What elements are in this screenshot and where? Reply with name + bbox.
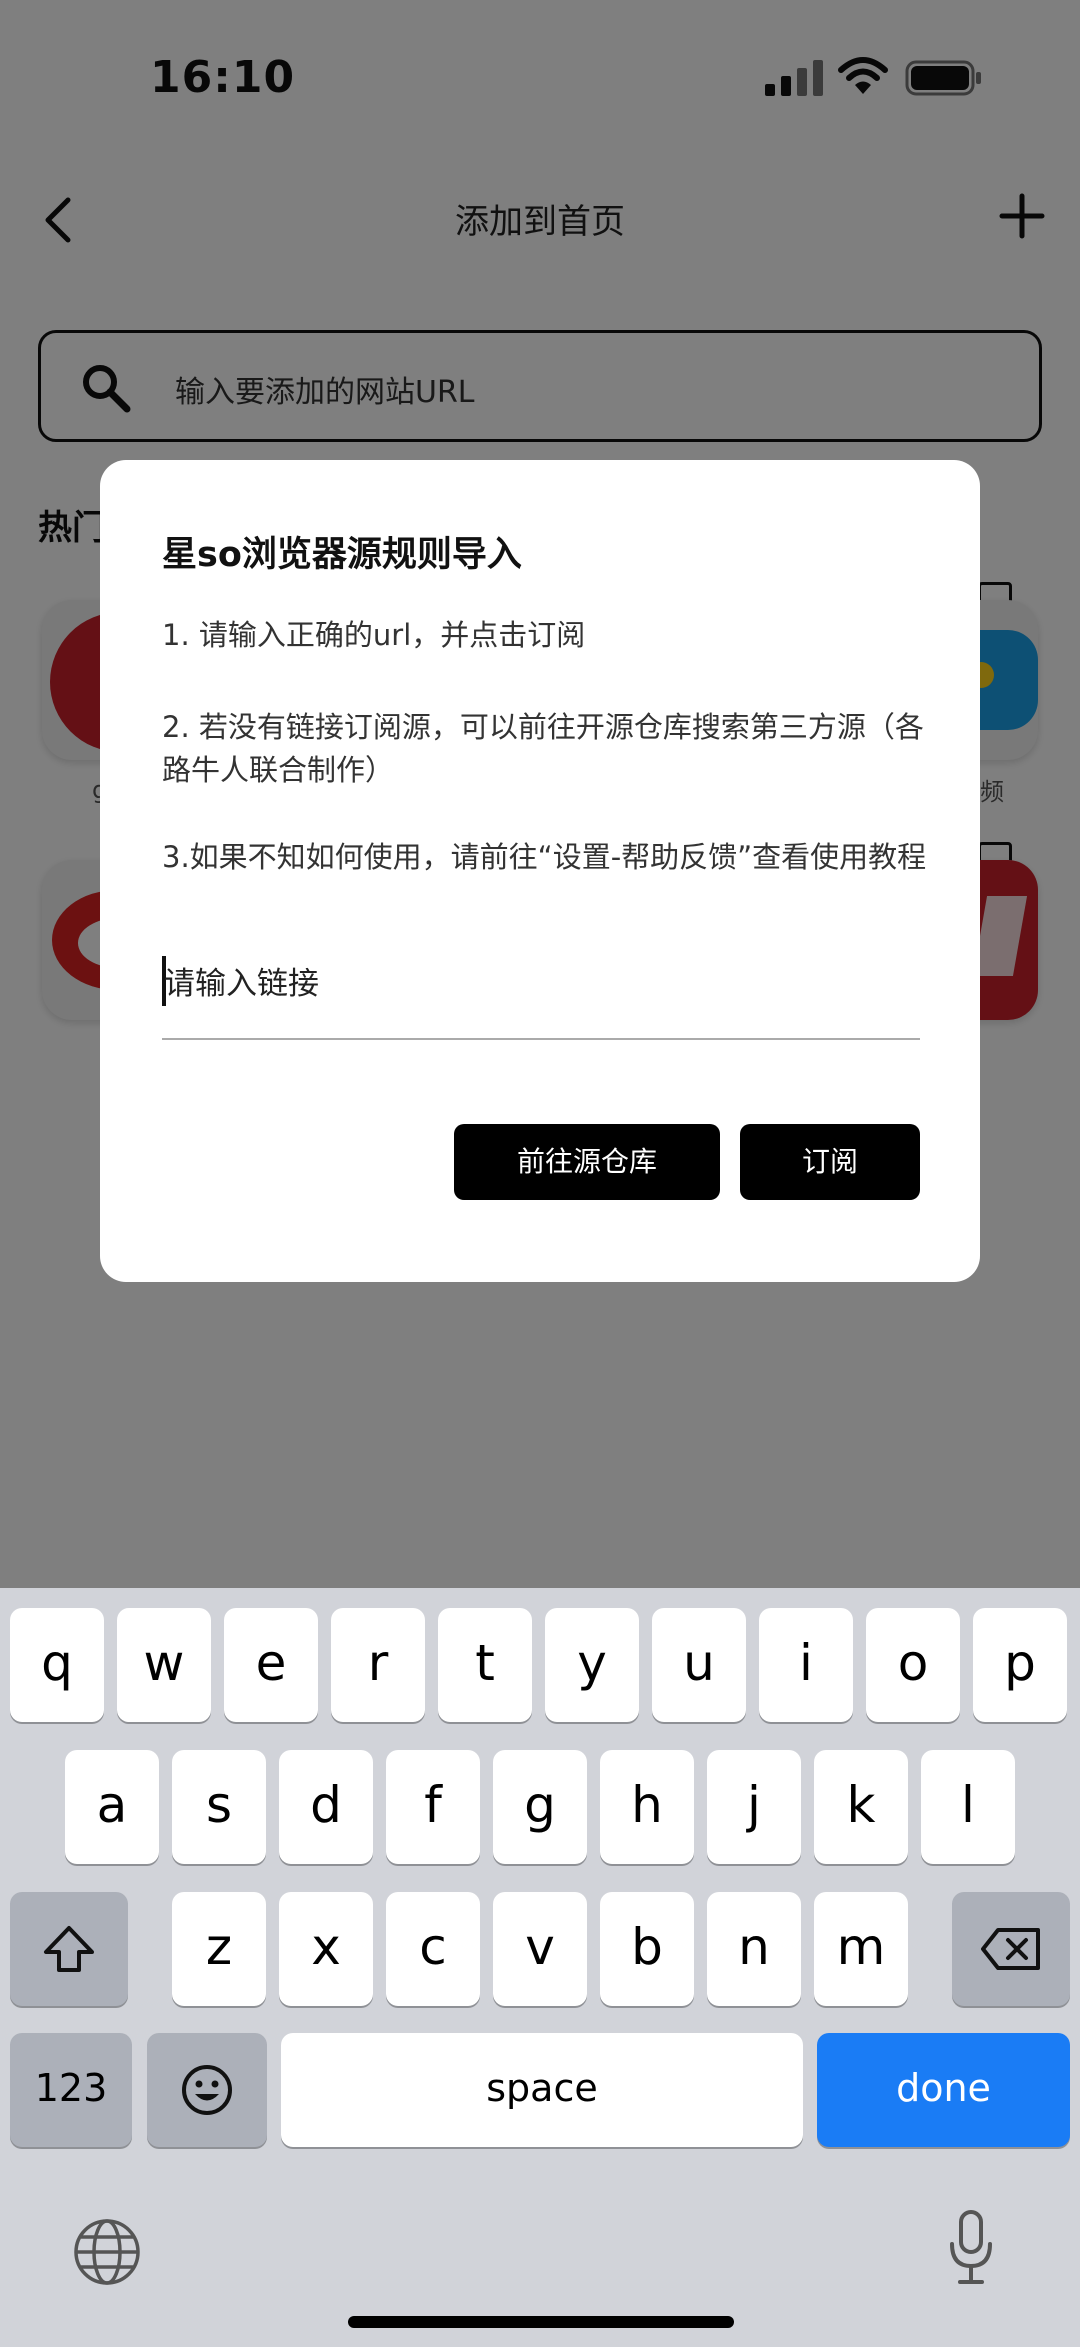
done-key[interactable]: done bbox=[817, 2033, 1070, 2147]
key-j[interactable]: j bbox=[707, 1750, 801, 1864]
instruction-3: 3.如果不知如何使用，请前往“设置-帮助反馈”查看使用教程 bbox=[162, 840, 927, 874]
key-f[interactable]: f bbox=[386, 1750, 480, 1864]
key-l[interactable]: l bbox=[921, 1750, 1015, 1864]
key-c[interactable]: c bbox=[386, 1892, 480, 2006]
key-s[interactable]: s bbox=[172, 1750, 266, 1864]
key-d[interactable]: d bbox=[279, 1750, 373, 1864]
backspace-icon bbox=[981, 1928, 1040, 1970]
link-input[interactable]: 请输入链接 bbox=[162, 946, 920, 1040]
key-y[interactable]: y bbox=[545, 1608, 639, 1722]
shift-icon bbox=[44, 1926, 94, 1972]
key-o[interactable]: o bbox=[866, 1608, 960, 1722]
key-x[interactable]: x bbox=[279, 1892, 373, 2006]
dialog-title: 星so浏览器源规则导入 bbox=[162, 535, 522, 575]
key-q[interactable]: q bbox=[10, 1608, 104, 1722]
key-k[interactable]: k bbox=[814, 1750, 908, 1864]
import-rules-dialog: 星so浏览器源规则导入 1. 请输入正确的url，并点击订阅 2. 若没有链接订… bbox=[100, 460, 980, 1282]
key-i[interactable]: i bbox=[759, 1608, 853, 1722]
key-r[interactable]: r bbox=[331, 1608, 425, 1722]
home-indicator bbox=[348, 2316, 734, 2328]
link-input-placeholder: 请输入链接 bbox=[164, 966, 319, 1002]
key-m[interactable]: m bbox=[814, 1892, 908, 2006]
globe-icon[interactable] bbox=[72, 2217, 142, 2287]
space-key[interactable]: space bbox=[281, 2033, 803, 2147]
key-t[interactable]: t bbox=[438, 1608, 532, 1722]
key-w[interactable]: w bbox=[117, 1608, 211, 1722]
subscribe-button[interactable]: 订阅 bbox=[740, 1124, 920, 1200]
key-g[interactable]: g bbox=[493, 1750, 587, 1864]
key-v[interactable]: v bbox=[493, 1892, 587, 2006]
key-u[interactable]: u bbox=[652, 1608, 746, 1722]
key-h[interactable]: h bbox=[600, 1750, 694, 1864]
key-z[interactable]: z bbox=[172, 1892, 266, 2006]
key-n[interactable]: n bbox=[707, 1892, 801, 2006]
instruction-1: 1. 请输入正确的url，并点击订阅 bbox=[162, 618, 586, 652]
shift-key[interactable] bbox=[10, 1892, 128, 2006]
key-p[interactable]: p bbox=[973, 1608, 1067, 1722]
backspace-key[interactable] bbox=[952, 1892, 1070, 2006]
emoji-key[interactable] bbox=[147, 2033, 267, 2147]
numbers-key[interactable]: 123 bbox=[10, 2033, 132, 2147]
key-a[interactable]: a bbox=[65, 1750, 159, 1864]
emoji-icon bbox=[182, 2065, 232, 2115]
key-e[interactable]: e bbox=[224, 1608, 318, 1722]
microphone-icon[interactable] bbox=[946, 2208, 996, 2288]
key-b[interactable]: b bbox=[600, 1892, 694, 2006]
instruction-2: 2. 若没有链接订阅源，可以前往开源仓库搜索第三方源（各路牛人联合制作） bbox=[162, 710, 924, 787]
go-to-repo-button[interactable]: 前往源仓库 bbox=[454, 1124, 720, 1200]
